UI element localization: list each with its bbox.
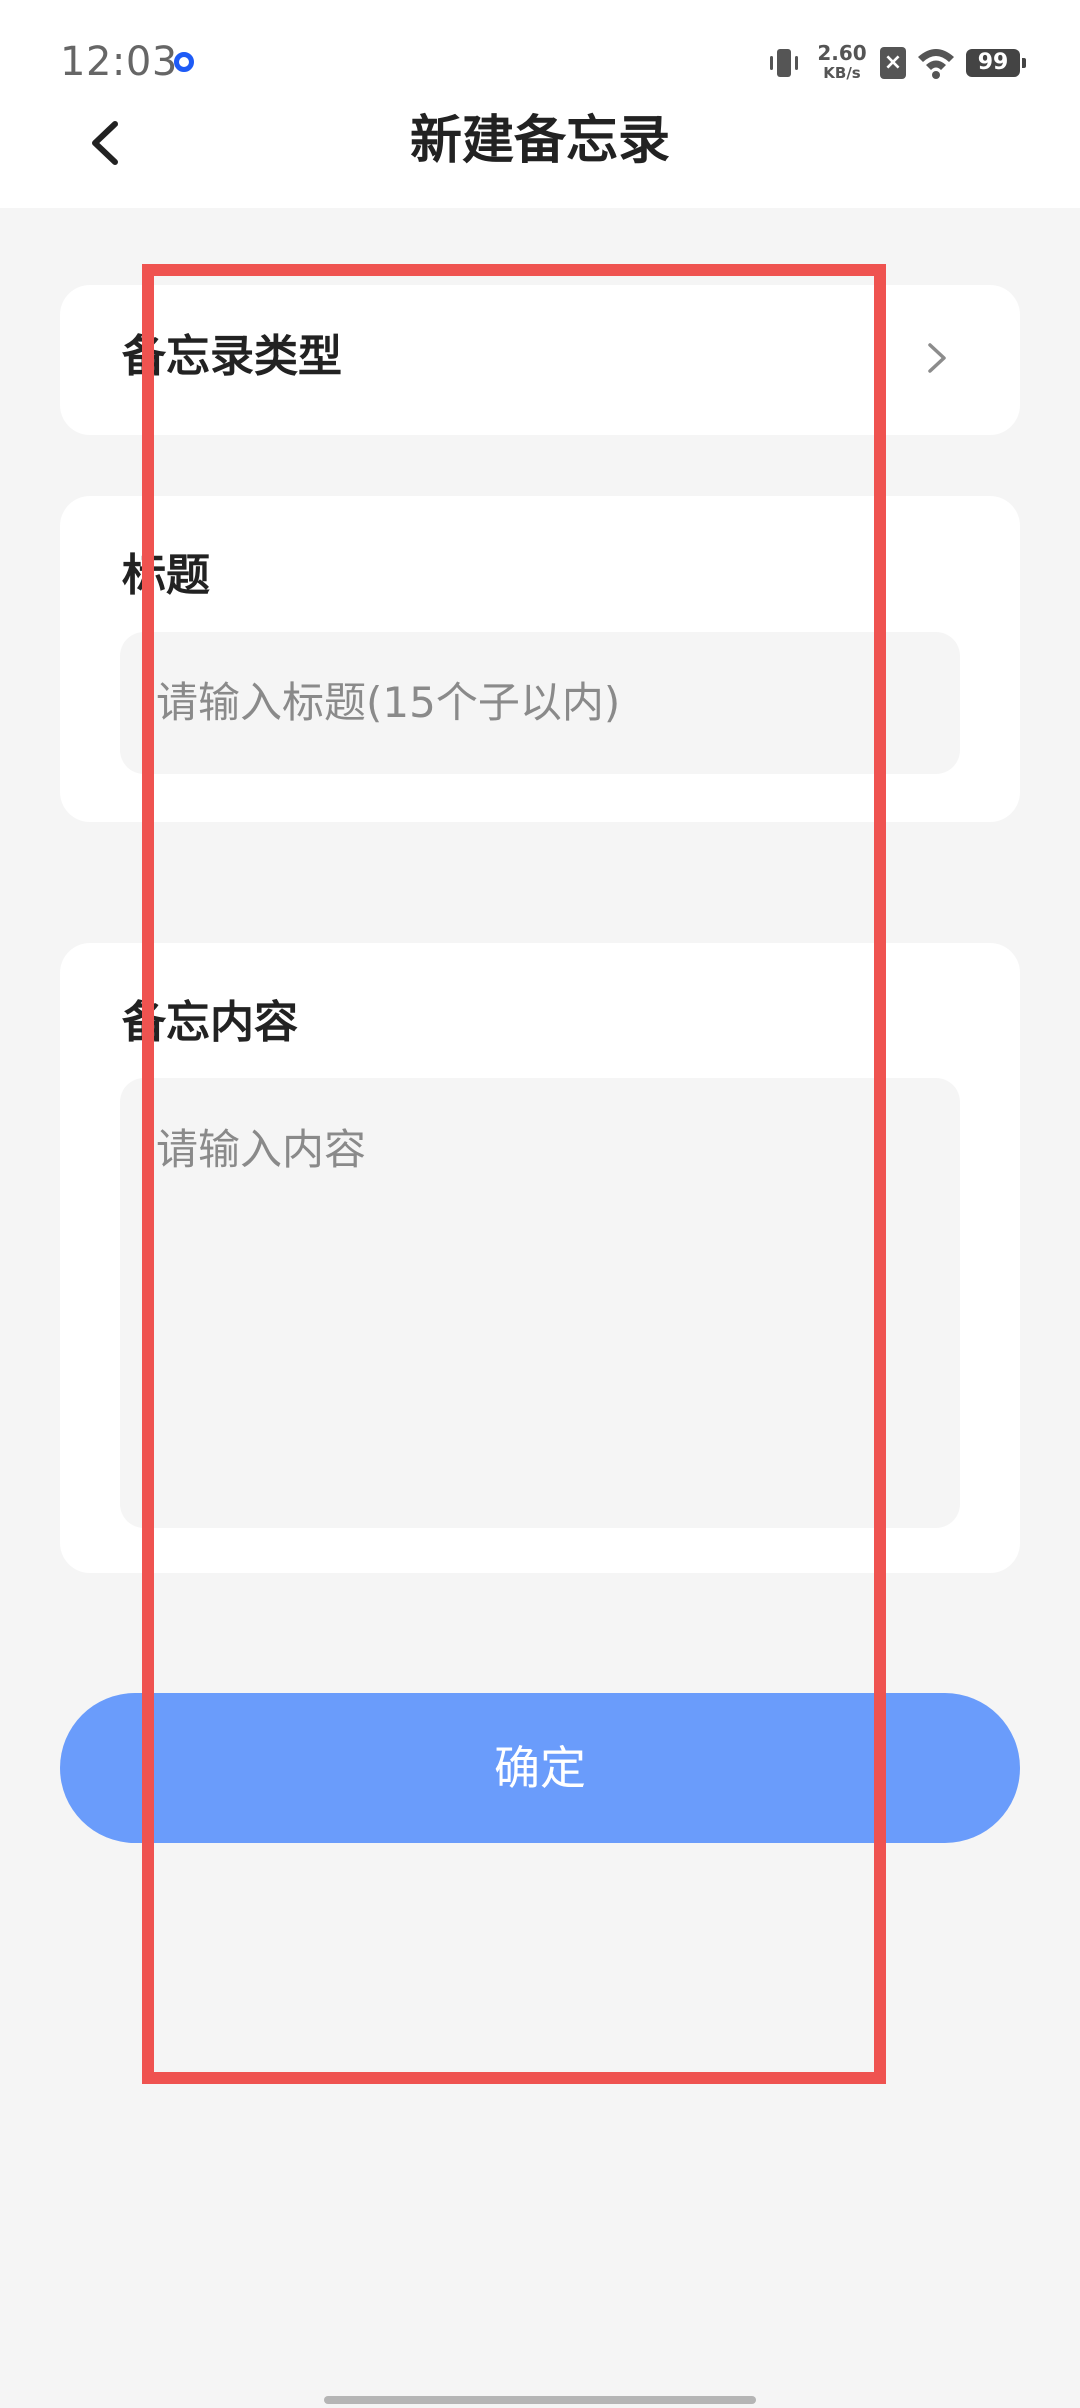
memo-type-label: 备忘录类型 [122,331,342,382]
battery-icon: 99 [966,49,1026,77]
wifi-icon [916,45,956,81]
content-section: 备忘内容 [60,943,1020,1573]
vibrate-icon [764,43,804,83]
home-indicator[interactable] [324,2396,756,2404]
network-speed-value: 2.60 [817,41,867,65]
status-icons: 2.60 KB/s × 99 [764,38,1026,88]
no-sim-icon: × [880,47,906,79]
network-speed: 2.60 KB/s [814,40,870,86]
chevron-right-icon [928,343,946,373]
memo-type-selector[interactable]: 备忘录类型 [60,285,1020,435]
confirm-button[interactable]: 确定 [60,1693,1020,1843]
page-title: 新建备忘录 [409,111,670,171]
network-speed-unit: KB/s [823,64,861,82]
status-time: 12:03 [60,39,178,85]
location-indicator-icon [174,52,194,72]
content-textarea[interactable] [120,1078,960,1528]
title-label: 标题 [122,550,210,601]
title-input[interactable] [120,632,960,774]
header: 新建备忘录 [0,96,1080,208]
top-bar: 12:03 2.60 KB/s × 99 新建备忘录 [0,0,1080,208]
content-label: 备忘内容 [122,997,298,1048]
new-memo-screen: 12:03 2.60 KB/s × 99 新建备忘录 备忘录类型 标题 请输入标… [0,0,1080,2408]
title-section: 标题 [60,496,1020,822]
